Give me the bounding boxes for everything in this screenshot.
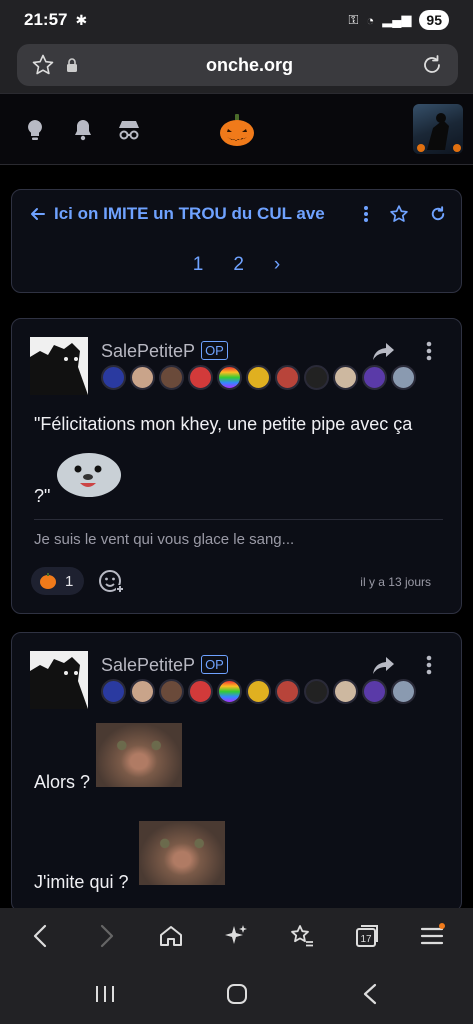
moon-badge-icon[interactable] bbox=[362, 679, 387, 704]
next-page-link[interactable]: › bbox=[274, 254, 280, 276]
op-badge: OP bbox=[201, 341, 228, 360]
post-author[interactable]: SalePetiteP OP bbox=[101, 341, 228, 362]
portrait-badge-icon[interactable] bbox=[391, 365, 416, 390]
menu-icon[interactable] bbox=[419, 923, 446, 949]
user-badges bbox=[101, 679, 416, 704]
portrait-badge-icon[interactable] bbox=[130, 679, 155, 704]
portrait-badge-icon[interactable] bbox=[130, 365, 155, 390]
user-badges bbox=[101, 365, 416, 390]
signature-divider bbox=[34, 519, 443, 520]
crown-badge-icon[interactable] bbox=[101, 365, 126, 390]
tabs-icon[interactable]: 17 bbox=[354, 923, 380, 949]
crown-badge-icon[interactable] bbox=[101, 679, 126, 704]
incognito-icon[interactable] bbox=[116, 117, 142, 143]
animal-badge-icon[interactable] bbox=[333, 365, 358, 390]
add-reaction-icon[interactable] bbox=[98, 568, 124, 594]
status-icons: ⚿ ◔ ▂▄▆ 95 bbox=[348, 10, 449, 30]
zero-badge-icon[interactable] bbox=[304, 365, 329, 390]
forward-icon[interactable] bbox=[93, 923, 119, 949]
signal-icon: ▂▄▆ bbox=[382, 12, 412, 27]
post-content: "Félicitations mon khey, une petite pipe… bbox=[34, 411, 443, 437]
avatar-image-icon bbox=[417, 113, 461, 152]
key-icon: ⚿ bbox=[348, 12, 359, 27]
post-content-2: J'imite qui ? bbox=[34, 869, 443, 895]
lightbulb-icon[interactable] bbox=[22, 117, 48, 143]
author-name[interactable]: SalePetiteP bbox=[101, 655, 195, 675]
back-icon[interactable] bbox=[28, 923, 54, 949]
rainbow-badge-icon[interactable] bbox=[217, 365, 242, 390]
bookmarks-icon[interactable] bbox=[289, 923, 315, 949]
recent-apps-icon[interactable] bbox=[94, 984, 116, 1004]
post-date: il y a 13 jours bbox=[360, 575, 431, 589]
share-icon[interactable] bbox=[372, 655, 396, 675]
pumpkin-logo-icon[interactable] bbox=[218, 112, 256, 148]
status-bar: 21:57 ✱ ⚿ ◔ ▂▄▆ 95 bbox=[0, 0, 473, 40]
pumpkin-reaction-icon bbox=[40, 573, 56, 589]
svg-text:17: 17 bbox=[360, 934, 372, 945]
refresh-icon[interactable] bbox=[429, 205, 447, 223]
mushroom-badge-icon[interactable] bbox=[188, 679, 213, 704]
status-time: 21:57 bbox=[24, 10, 68, 29]
post-avatar[interactable] bbox=[30, 651, 88, 709]
topic-title[interactable]: Ici on IMITE un TROU du CUL ave bbox=[54, 204, 350, 224]
post-text: J'imite qui ? bbox=[34, 872, 129, 892]
post-more-icon[interactable] bbox=[426, 655, 432, 675]
cat-image bbox=[139, 821, 225, 885]
notification-icon: ✱ bbox=[75, 11, 88, 28]
favorite-star-icon[interactable] bbox=[389, 204, 409, 224]
smiley-badge-icon[interactable] bbox=[246, 365, 271, 390]
home-icon[interactable] bbox=[158, 923, 184, 949]
rainbow-badge-icon[interactable] bbox=[217, 679, 242, 704]
op-badge: OP bbox=[201, 655, 228, 674]
zero-badge-icon[interactable] bbox=[304, 679, 329, 704]
url-text[interactable]: onche.org bbox=[79, 55, 420, 76]
topic-card: Ici on IMITE un TROU du CUL ave 1 2 › bbox=[11, 189, 462, 293]
portrait-badge-icon[interactable] bbox=[159, 679, 184, 704]
cat-avatar-icon bbox=[30, 651, 88, 709]
bookmark-star-icon[interactable] bbox=[31, 53, 55, 77]
post-text: Alors ? bbox=[34, 772, 91, 792]
share-icon[interactable] bbox=[372, 341, 396, 361]
post-card: SalePetiteP OP "Félicitations mon khey, u… bbox=[11, 318, 462, 614]
home-button-icon[interactable] bbox=[226, 983, 248, 1005]
reaction-count: 1 bbox=[65, 572, 74, 590]
post-text: ?" bbox=[34, 486, 51, 506]
seal-sticker-icon bbox=[57, 453, 121, 497]
post-more-icon[interactable] bbox=[426, 341, 432, 361]
lock-icon bbox=[67, 58, 77, 72]
mushroom-badge-icon[interactable] bbox=[188, 365, 213, 390]
post-card: SalePetiteP OP Alors ? J'imite qui ? bbox=[11, 632, 462, 912]
page-link-2[interactable]: 2 bbox=[233, 254, 244, 276]
animal-badge-icon[interactable] bbox=[333, 679, 358, 704]
post-avatar[interactable] bbox=[30, 337, 88, 395]
url-bar[interactable]: onche.org bbox=[17, 44, 458, 86]
portrait-badge-icon[interactable] bbox=[159, 365, 184, 390]
wifi-icon: ◔ bbox=[366, 12, 375, 28]
post-signature: Je suis le vent qui vous glace le sang..… bbox=[34, 531, 295, 548]
user-avatar[interactable] bbox=[413, 104, 463, 154]
portrait-badge-icon[interactable] bbox=[275, 679, 300, 704]
cat-avatar-icon bbox=[30, 337, 88, 395]
post-author[interactable]: SalePetiteP OP bbox=[101, 655, 228, 676]
bell-icon[interactable] bbox=[70, 117, 96, 143]
author-name[interactable]: SalePetiteP bbox=[101, 341, 195, 361]
browser-url-area: onche.org bbox=[0, 40, 473, 93]
portrait-badge-icon[interactable] bbox=[275, 365, 300, 390]
page-link-1[interactable]: 1 bbox=[193, 254, 204, 276]
cat-image bbox=[96, 723, 182, 787]
browser-toolbar: 17 bbox=[0, 908, 473, 964]
battery-indicator: 95 bbox=[419, 10, 449, 30]
system-navigation-bar bbox=[0, 964, 473, 1024]
pagination: 1 2 › bbox=[12, 254, 461, 276]
back-arrow-icon[interactable] bbox=[30, 206, 46, 222]
reaction-pill[interactable]: 1 bbox=[31, 567, 84, 595]
sparkle-icon[interactable] bbox=[223, 923, 249, 949]
portrait-badge-icon[interactable] bbox=[391, 679, 416, 704]
topic-more-icon[interactable] bbox=[363, 205, 369, 223]
system-back-icon[interactable] bbox=[362, 983, 378, 1005]
reload-icon[interactable] bbox=[420, 53, 444, 77]
moon-badge-icon[interactable] bbox=[362, 365, 387, 390]
smiley-badge-icon[interactable] bbox=[246, 679, 271, 704]
post-text: "Félicitations mon khey, une petite pipe… bbox=[34, 414, 413, 434]
